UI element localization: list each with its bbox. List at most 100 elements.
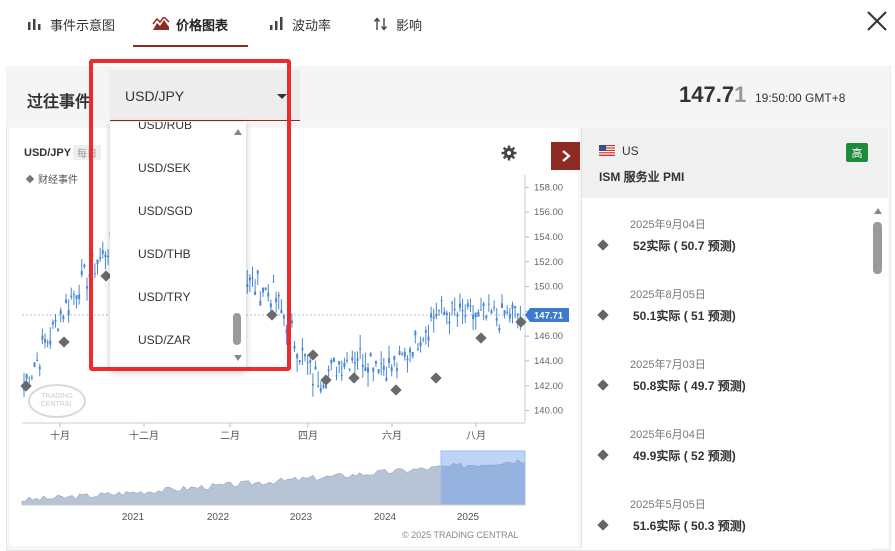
scroll-up-icon[interactable] — [874, 208, 882, 214]
candle-body — [44, 339, 47, 343]
dropdown-option[interactable]: USD/THB — [138, 247, 191, 261]
scroll-up-icon[interactable] — [234, 129, 242, 135]
navigator-year-label: 2021 — [122, 512, 145, 523]
candle-body — [91, 253, 94, 257]
candle-body — [369, 353, 372, 357]
candle-body — [511, 304, 514, 309]
candle-body — [267, 292, 270, 297]
candle-body — [277, 294, 280, 297]
candle-body — [54, 320, 57, 322]
event-value: 52实际 ( 50.7 预测) — [633, 239, 736, 253]
candle-body — [254, 291, 257, 296]
event-date: 2025年6月04日 — [630, 429, 706, 441]
event-history-row[interactable]: 2025年6月04日 49.9实际 ( 52 预测) — [582, 410, 872, 481]
y-tick-label: 158.00 — [534, 182, 563, 193]
candle-body — [490, 310, 493, 314]
candle-body — [419, 342, 422, 347]
candle-body — [482, 303, 485, 307]
candle-body — [298, 360, 301, 362]
candle-body — [51, 321, 54, 325]
candle-body — [248, 277, 251, 281]
y-tick-label: 144.00 — [534, 356, 563, 367]
candle-body — [498, 327, 501, 331]
diamond-icon — [597, 309, 609, 321]
candle-body — [46, 342, 49, 344]
candle-body — [65, 299, 68, 304]
candle-body — [269, 303, 272, 308]
event-marker — [307, 349, 319, 361]
candle-body — [464, 315, 467, 317]
y-tick-label: 154.00 — [534, 232, 563, 243]
event-history-row[interactable]: 2025年5月05日 51.6实际 ( 50.3 预测) — [582, 480, 872, 551]
candle-body — [290, 320, 293, 324]
event-history-row[interactable]: 2025年7月03日 50.8实际 ( 49.7 预测) — [582, 340, 872, 411]
event-title: ISM 服务业 PMI — [599, 170, 685, 184]
candle-body — [416, 348, 419, 350]
dropdown-option[interactable]: USD/TRY — [138, 290, 190, 304]
candle-body — [67, 310, 70, 315]
event-marker — [20, 380, 32, 392]
candle-body — [88, 273, 91, 278]
dropdown-option[interactable]: USD/SGD — [138, 204, 193, 218]
event-value: 51.6实际 ( 50.3 预测) — [633, 519, 746, 533]
dropdown-option[interactable]: USD/ZAR — [138, 333, 191, 347]
dropdown-scrollbar[interactable] — [233, 313, 241, 345]
candle-body — [101, 250, 104, 254]
candle-body — [335, 375, 338, 377]
candle-body — [343, 363, 346, 368]
candle-body — [479, 309, 482, 311]
candle-body — [59, 310, 62, 315]
candle-body — [393, 356, 396, 361]
candle-body — [259, 300, 262, 306]
candle-body — [104, 254, 107, 258]
currency-pair-dropdown[interactable]: USD/RUB USD/SEK USD/SGD USD/THB USD/TRY … — [110, 122, 246, 370]
candle-body — [424, 330, 427, 333]
candle-body — [38, 366, 41, 370]
event-marker — [320, 374, 332, 386]
candle-body — [283, 315, 286, 319]
candle-body — [401, 353, 404, 355]
candle-body — [514, 306, 517, 308]
candle-body — [472, 314, 475, 320]
x-tick-label: 八月 — [466, 430, 486, 442]
candle-body — [272, 281, 275, 283]
candle-body — [477, 311, 480, 317]
candle-body — [367, 367, 370, 373]
candle-body — [409, 348, 412, 353]
candle-body — [453, 308, 456, 310]
candle-body — [398, 351, 401, 355]
dropdown-option[interactable]: USD/SEK — [138, 161, 191, 175]
diamond-icon — [597, 379, 609, 391]
navigator-year-label: 2024 — [374, 512, 397, 523]
candle-body — [364, 367, 367, 372]
candle-body — [86, 286, 89, 289]
y-tick-label: 142.00 — [534, 381, 563, 392]
diamond-icon — [597, 449, 609, 461]
candle-body — [411, 351, 414, 357]
candle-body — [487, 303, 490, 305]
candle-body — [80, 271, 83, 276]
candle-body — [485, 315, 488, 319]
x-tick-label: 四月 — [298, 430, 318, 442]
candle-body — [256, 270, 259, 274]
y-tick-label: 156.00 — [534, 207, 563, 218]
event-date: 2025年8月05日 — [630, 289, 706, 301]
scroll-down-icon[interactable] — [234, 355, 242, 361]
candle-body — [495, 318, 498, 321]
candle-body — [322, 385, 325, 388]
candle-body — [293, 346, 296, 349]
event-marker — [430, 372, 442, 384]
y-tick-label: 146.00 — [534, 331, 563, 342]
event-info-header — [582, 128, 888, 198]
candle-body — [296, 353, 299, 359]
y-tick-label: 152.00 — [534, 257, 563, 268]
events-scrollbar[interactable] — [873, 222, 882, 274]
event-history-row[interactable]: 2025年8月05日 50.1实际 ( 51 预测) — [582, 270, 872, 341]
candle-body — [246, 284, 249, 287]
dropdown-option[interactable]: USD/RUB — [138, 122, 192, 132]
x-tick-label: 二月 — [220, 430, 240, 442]
candle-body — [30, 377, 33, 379]
candle-body — [311, 383, 314, 386]
copyright-text: © 2025 TRADING CENTRAL — [402, 530, 519, 540]
event-history-row[interactable]: 2025年9月04日 52实际 ( 50.7 预测) — [582, 200, 872, 271]
